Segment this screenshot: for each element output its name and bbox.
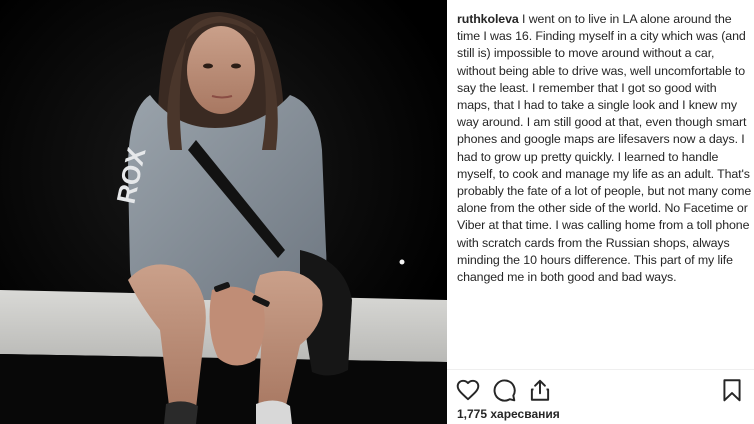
post-photo[interactable]: ROX bbox=[0, 0, 447, 424]
caption-fade bbox=[457, 355, 753, 369]
instagram-post: ROX ruthkoleva I went on to live in LA a… bbox=[0, 0, 754, 424]
likes-count[interactable]: 1,775 харесвания bbox=[457, 407, 560, 421]
caption-text: I went on to live in LA alone around the… bbox=[457, 12, 752, 285]
like-button[interactable] bbox=[455, 377, 481, 403]
heart-icon bbox=[456, 379, 480, 401]
save-button[interactable] bbox=[719, 377, 745, 403]
post-side-panel: ruthkoleva I went on to live in LA alone… bbox=[447, 0, 754, 424]
comment-button[interactable] bbox=[491, 377, 517, 403]
photo-illustration: ROX bbox=[0, 0, 447, 424]
comment-icon bbox=[493, 379, 516, 402]
share-icon bbox=[530, 379, 550, 401]
action-bar bbox=[447, 369, 754, 410]
post-caption: ruthkoleva I went on to live in LA alone… bbox=[457, 11, 753, 369]
bookmark-icon bbox=[723, 379, 741, 402]
caption-username[interactable]: ruthkoleva bbox=[457, 12, 519, 26]
share-button[interactable] bbox=[527, 377, 553, 403]
